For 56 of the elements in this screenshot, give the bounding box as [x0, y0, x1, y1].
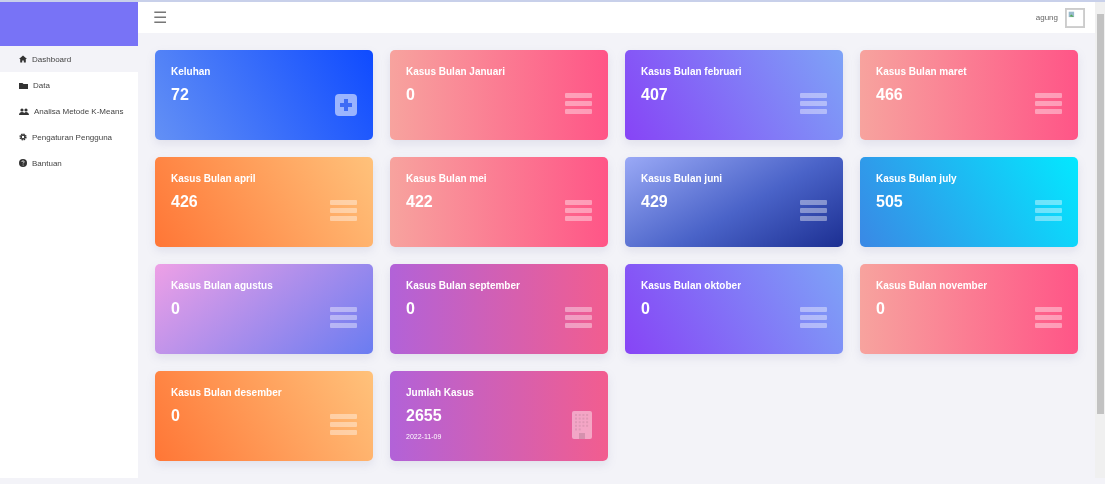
- server-icon: [565, 200, 592, 221]
- broken-image-icon[interactable]: [1065, 7, 1085, 28]
- card-title: Jumlah Kasus: [406, 387, 474, 398]
- server-icon: [1035, 307, 1062, 328]
- server-icon: [330, 200, 357, 221]
- sidebar-item[interactable]: Data: [0, 72, 138, 98]
- card-value: 0: [406, 300, 415, 318]
- card-title: Kasus Bulan maret: [876, 66, 967, 77]
- server-icon: [330, 307, 357, 328]
- folder-icon: [19, 81, 28, 89]
- card-title: Kasus Bulan juni: [641, 173, 723, 184]
- server-icon: [565, 307, 592, 328]
- card-title: Keluhan: [171, 66, 211, 77]
- server-icon: [800, 307, 827, 328]
- server-icon: [330, 414, 357, 435]
- sidebar-item[interactable]: Pengaturan Pengguna: [0, 124, 138, 150]
- card-value: 0: [171, 407, 180, 425]
- server-icon: [1035, 200, 1062, 221]
- card-value: 2655: [406, 407, 442, 425]
- card-title: Kasus Bulan april: [171, 173, 256, 184]
- server-icon: [1035, 93, 1062, 114]
- server-icon: [800, 93, 827, 114]
- card-value: 0: [876, 300, 885, 318]
- card-value: 72: [171, 86, 189, 104]
- card-value: 0: [171, 300, 180, 318]
- card-value: 429: [641, 193, 668, 211]
- menu-button[interactable]: ☰: [153, 8, 167, 27]
- card-title: Kasus Bulan july: [876, 173, 957, 184]
- card-title: Kasus Bulan oktober: [641, 280, 742, 291]
- scrollbar-thumb[interactable]: [1096, 14, 1104, 414]
- card-value: 426: [171, 193, 198, 211]
- card-value: 0: [641, 300, 650, 318]
- sidebar-item[interactable]: Dashboard: [0, 46, 138, 72]
- card-value: 466: [876, 86, 903, 104]
- server-icon: [800, 200, 827, 221]
- card-value: 505: [876, 193, 903, 211]
- users-icon: [19, 107, 29, 115]
- building-icon: [572, 411, 592, 439]
- sidebar-item[interactable]: Bantuan: [0, 150, 138, 176]
- home-icon: [19, 55, 27, 63]
- card-value: 407: [641, 86, 668, 104]
- card-title: Kasus Bulan september: [406, 280, 520, 291]
- plus-icon: [335, 94, 357, 116]
- server-icon: [565, 93, 592, 114]
- card-title: Kasus Bulan mei: [406, 173, 487, 184]
- card-title: Kasus Bulan februari: [641, 66, 742, 77]
- gear-icon: [19, 133, 27, 141]
- card-title: Kasus Bulan november: [876, 280, 988, 291]
- card-value: 0: [406, 86, 415, 104]
- card-title: Kasus Bulan Januari: [406, 66, 505, 77]
- card-title: Kasus Bulan agustus: [171, 280, 273, 291]
- card-title: Kasus Bulan desember: [171, 387, 282, 398]
- user-name: agung: [1035, 13, 1058, 22]
- sidebar-item[interactable]: Analisa Metode K-Means: [0, 98, 138, 124]
- help-icon: [19, 159, 27, 167]
- card-value: 422: [406, 193, 433, 211]
